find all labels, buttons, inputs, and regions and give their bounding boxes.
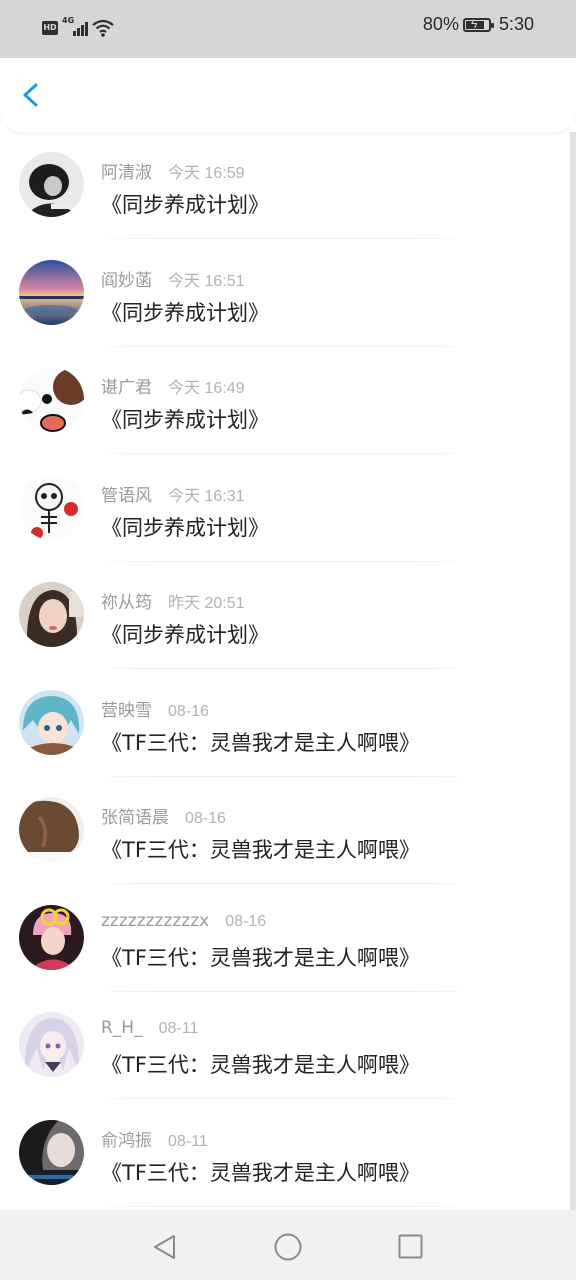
list-item[interactable]: 阿清淑 今天 16:59 《同步养成计划》 [0,132,566,239]
timestamp: 今天 16:31 [168,487,245,505]
sender-line: 阿清淑 今天 16:59 [101,158,245,183]
nav-home-button[interactable] [273,1232,303,1262]
sender-name: 营映雪 [101,700,152,721]
triangle-back-icon [154,1235,175,1259]
chevron-left-icon [23,83,38,107]
back-button[interactable] [14,78,48,112]
top-app-bar [0,58,576,132]
timestamp: 今天 16:49 [168,380,245,397]
list-item[interactable]: 阎妙菡 今天 16:51 《同步养成计划》 [0,240,566,347]
book-title: 《同步养成计划》 [101,408,269,432]
scrollbar[interactable] [570,132,576,1210]
sender-line: 张简语晨 08-16 [101,803,226,828]
avatar[interactable] [19,904,84,970]
sender-name: 祢从筠 [101,593,152,613]
book-title: 《TF三代：灵兽我才是主人啊喂》 [101,945,420,970]
status-icons-left: HD 4G [42,16,114,38]
book-title: 《同步养成计划》 [101,300,269,325]
book-title: 《TF三代：灵兽我才是主人啊喂》 [101,838,420,862]
sender-name: R_H_ [101,1018,143,1038]
status-bar: HD 4G 80% ϟ 5:30 [0,0,576,58]
timestamp: 今天 16:59 [168,165,245,182]
book-title: 《TF三代：灵兽我才是主人啊喂》 [101,1053,420,1077]
list-item[interactable]: 管语风 今天 16:31 《同步养成计划》 [0,455,566,562]
list-item[interactable]: R_H_ 08-11 《TF三代：灵兽我才是主人啊喂》 [0,992,566,1099]
sender-name: zzzzzzzzzzzx [101,910,210,931]
sender-line: 俞鸿振 08-11 [101,1126,208,1151]
message-list[interactable]: 阿清淑 今天 16:59 《同步养成计划》 阎妙菡 今天 16:51 《同步养成计划》 谌广… [0,132,576,1210]
sender-line: 管语风 今天 16:31 [101,481,245,506]
avatar[interactable] [19,1119,84,1185]
square-recents-icon [398,1234,423,1259]
sender-name: 阎妙菡 [101,270,152,291]
sender-line: 阎妙菡 今天 16:51 [101,266,245,291]
sender-name: 谌广君 [101,378,152,398]
battery-icon: ϟ [462,17,494,32]
circle-home-icon [274,1233,302,1261]
timestamp: 今天 16:51 [168,272,245,290]
avatar[interactable] [19,474,84,540]
list-item[interactable]: zzzzzzzzzzzx 08-16 《TF三代：灵兽我才是主人啊喂》 [0,885,566,992]
sender-line: 谌广君 今天 16:49 [101,373,245,398]
timestamp: 08-16 [168,702,209,720]
list-item[interactable]: 谌广君 今天 16:49 《同步养成计划》 [0,347,566,454]
avatar[interactable] [19,582,84,647]
battery-percent: 80% [422,14,459,34]
list-item[interactable]: 营映雪 08-16 《TF三代：灵兽我才是主人啊喂》 [0,670,566,777]
timestamp: 08-16 [225,912,267,930]
avatar[interactable] [19,797,84,862]
status-icons-right: 80% ϟ 5:30 [423,14,534,35]
sender-line: 祢从筠 昨天 20:51 [101,588,245,613]
book-title: 《同步养成计划》 [101,193,269,217]
timestamp: 08-11 [158,1020,199,1037]
list-item[interactable]: 俞鸿振 08-11 《TF三代：灵兽我才是主人啊喂》 [0,1100,566,1207]
timestamp: 昨天 20:51 [168,595,245,612]
network-type-label: 4G [62,16,75,25]
hd-icon: HD [42,21,58,35]
divider [80,1205,486,1207]
book-title: 《TF三代：灵兽我才是主人啊喂》 [101,1160,420,1185]
sender-line: 营映雪 08-16 [101,696,209,721]
nav-recents-button[interactable] [396,1232,426,1262]
sender-name: 阿清淑 [101,163,152,183]
wifi-icon [92,19,114,37]
timestamp: 08-16 [185,810,226,827]
clock: 5:30 [498,14,534,34]
sender-name: 俞鸿振 [101,1130,152,1151]
sender-line: R_H_ 08-11 [101,1018,198,1038]
sender-line: zzzzzzzzzzzx 08-16 [101,911,266,931]
avatar[interactable] [19,689,84,755]
book-title: 《TF三代：灵兽我才是主人啊喂》 [101,730,420,755]
sender-name: 管语风 [101,485,152,506]
book-title: 《同步养成计划》 [101,515,269,540]
list-item[interactable]: 张简语晨 08-16 《TF三代：灵兽我才是主人啊喂》 [0,777,566,884]
system-nav-bar [0,1210,576,1280]
avatar[interactable] [19,152,84,217]
avatar[interactable] [19,1012,84,1077]
cellular-signal-icon: 4G [62,16,90,38]
nav-back-button[interactable] [150,1232,180,1262]
timestamp: 08-11 [168,1132,208,1150]
avatar[interactable] [19,259,84,325]
list-item[interactable]: 祢从筠 昨天 20:51 《同步养成计划》 [0,562,566,669]
sender-name: 张简语晨 [101,808,169,828]
avatar[interactable] [19,367,84,432]
book-title: 《同步养成计划》 [101,623,269,647]
